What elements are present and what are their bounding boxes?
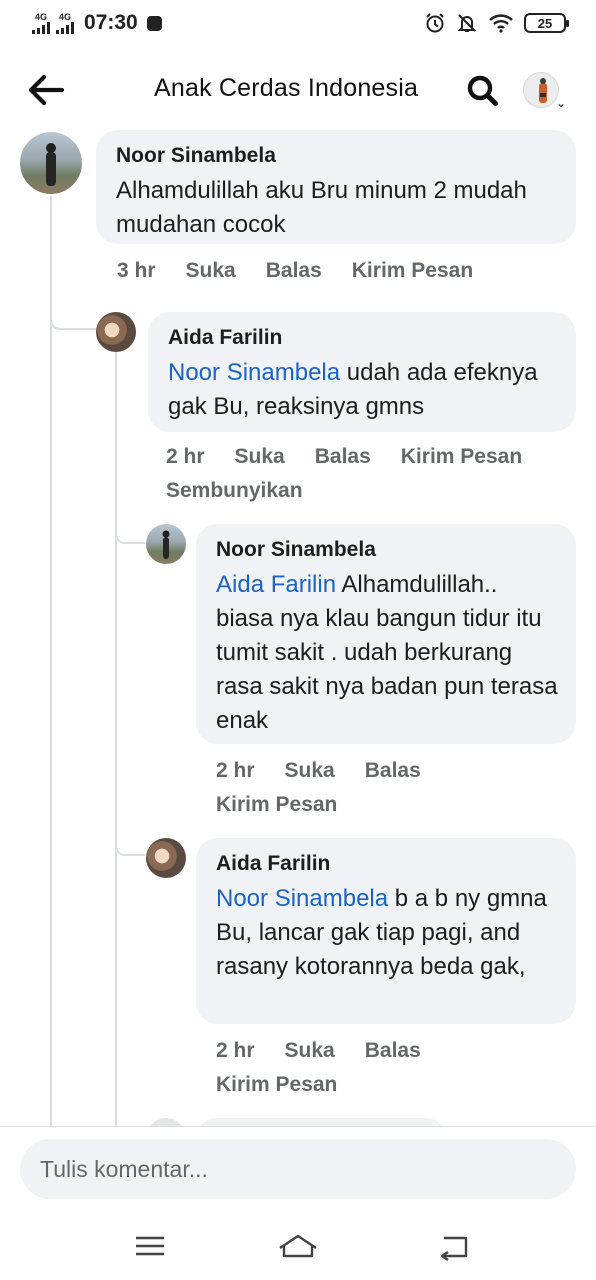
battery-icon: 25: [524, 13, 569, 33]
comment-text: Noor Sinambela udah ada efeknya gak Bu, …: [168, 356, 558, 424]
avatar[interactable]: [20, 132, 82, 194]
comment-input[interactable]: [20, 1139, 576, 1199]
like-button[interactable]: Suka: [235, 445, 285, 468]
comment-time[interactable]: 2 hr: [216, 1039, 255, 1062]
like-button[interactable]: Suka: [186, 259, 236, 282]
comment-time[interactable]: 2 hr: [166, 445, 205, 468]
comment-author[interactable]: Aida Farilin: [168, 326, 558, 350]
menu-button[interactable]: [120, 1224, 180, 1268]
back-button[interactable]: [24, 70, 68, 110]
hide-button[interactable]: Sembunyikan: [166, 474, 546, 508]
profile-menu-button[interactable]: ⌄: [520, 70, 568, 112]
comment-actions: 2 hr Suka Balas Kirim Pesan Sembunyikan: [166, 440, 576, 508]
comment-bubble[interactable]: Noor Sinambela Aida Farilin Alhamdulilla…: [196, 524, 576, 744]
send-message-button[interactable]: Kirim Pesan: [352, 259, 473, 282]
mention-link[interactable]: Noor Sinambela: [168, 359, 340, 386]
comment-bubble[interactable]: Aida Farilin Noor Sinambela b a b ny gmn…: [196, 838, 576, 1024]
send-message-button[interactable]: Kirim Pesan: [216, 788, 546, 822]
network-type-2: 4G: [58, 11, 71, 22]
search-button[interactable]: [464, 72, 502, 110]
system-nav-bar: [0, 1216, 596, 1280]
mention-link[interactable]: Noor Sinambela: [216, 885, 388, 912]
signal-1-icon: 4G: [32, 11, 50, 34]
status-right: 25: [424, 10, 569, 36]
thread-branch-1: [50, 296, 96, 330]
page-title: Anak Cerdas Indonesia: [154, 74, 419, 102]
comment-bubble[interactable]: Noor Sinambela Alhamdulillah aku Bru min…: [96, 130, 576, 244]
reply-button[interactable]: Balas: [315, 445, 371, 468]
home-button[interactable]: [268, 1224, 328, 1268]
network-type-1: 4G: [34, 11, 47, 22]
reply-button[interactable]: Balas: [266, 259, 322, 282]
home-icon: [279, 1234, 317, 1258]
wifi-icon: [489, 14, 513, 33]
send-message-button[interactable]: Kirim Pesan: [401, 445, 522, 468]
chevron-down-icon: ⌄: [555, 96, 566, 110]
comment-text: Alhamdulillah aku Bru minum 2 mudah muda…: [116, 177, 527, 238]
battery-level: 25: [537, 15, 553, 31]
mute-bell-icon: [457, 14, 477, 32]
back-nav-button[interactable]: [424, 1224, 484, 1268]
comment-text: Noor Sinambela b a b ny gmna Bu, lancar …: [216, 882, 558, 984]
mention-link[interactable]: Aida Farilin: [216, 571, 336, 598]
like-button[interactable]: Suka: [285, 759, 335, 782]
comment-bubble[interactable]: Aida Farilin Noor Sinambela udah ada efe…: [148, 312, 576, 432]
avatar[interactable]: [146, 838, 186, 878]
comment-input-wrapper[interactable]: [20, 1139, 576, 1199]
back-icon: [440, 1236, 468, 1261]
thread-line-sub: [115, 352, 117, 1126]
reply-button[interactable]: Balas: [365, 1039, 421, 1062]
search-icon: [467, 75, 498, 106]
menu-icon: [136, 1236, 164, 1256]
avatar[interactable]: [146, 524, 186, 564]
alarm-icon: [426, 13, 444, 33]
comment-time[interactable]: 3 hr: [117, 259, 156, 282]
comment-author[interactable]: Noor Sinambela: [116, 144, 558, 168]
comment-text: Aida Farilin Alhamdulillah.. biasa nya k…: [216, 568, 558, 738]
top-app-bar: Anak Cerdas Indonesia ⌄: [0, 56, 596, 126]
signal-2-icon: 4G: [56, 11, 74, 34]
status-bar: 4G 4G 07:30 25: [0, 0, 596, 46]
thread-line-main: [50, 196, 52, 1126]
notification-icon: [146, 15, 162, 31]
send-message-button[interactable]: Kirim Pesan: [216, 1068, 546, 1102]
back-arrow-icon: [28, 74, 65, 106]
status-left: 4G 4G 07:30: [32, 10, 162, 36]
profile-avatar-icon: [523, 72, 559, 108]
comment-author[interactable]: Aida Farilin: [216, 852, 558, 876]
comment-actions: 2 hr Suka Balas Kirim Pesan: [216, 754, 576, 822]
comment-composer: [0, 1126, 596, 1216]
comment-author[interactable]: Noor Sinambela: [216, 538, 558, 562]
reply-button[interactable]: Balas: [365, 759, 421, 782]
comment-time[interactable]: 2 hr: [216, 759, 255, 782]
thread-branch-3: [115, 826, 145, 856]
like-button[interactable]: Suka: [285, 1039, 335, 1062]
thread-branch-2: [115, 514, 145, 544]
comment-actions: 3 hr Suka Balas Kirim Pesan: [117, 254, 503, 288]
comment-actions: 2 hr Suka Balas Kirim Pesan: [216, 1034, 576, 1102]
avatar[interactable]: [96, 312, 136, 352]
status-time: 07:30: [84, 11, 138, 34]
